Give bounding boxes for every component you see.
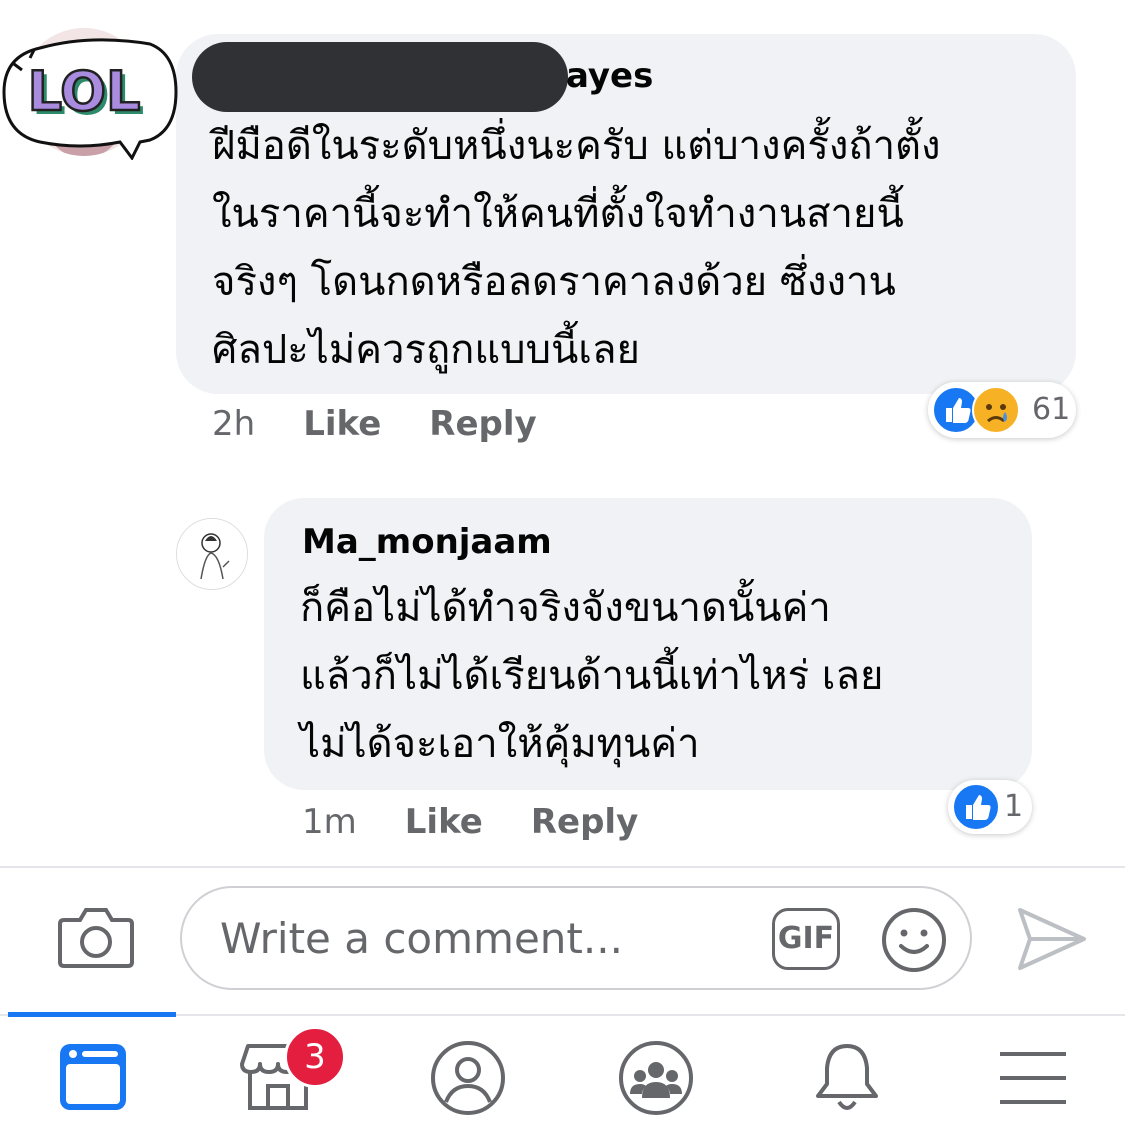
gif-label: GIF	[777, 921, 835, 956]
gif-icon[interactable]: GIF	[772, 908, 840, 970]
active-tab-indicator	[8, 1012, 176, 1017]
comment-text: ฝีมือดีในระดับหนึ่งนะครับ แต่บางครั้งถ้า…	[212, 123, 941, 373]
comment-text: ก็คือไม่ได้ทำจริงจังขนาดนั้นค่า แล้วก็ไม…	[300, 585, 884, 767]
reaction-count: 61	[1032, 392, 1071, 427]
groups-icon[interactable]	[618, 1040, 694, 1116]
avatar[interactable]	[176, 518, 248, 590]
lol-sticker: LOL LOL	[0, 30, 180, 161]
reaction-summary[interactable]: 61	[928, 382, 1076, 438]
reaction-count: 1	[1004, 789, 1024, 824]
redacted-author-name	[192, 42, 568, 112]
profile-icon[interactable]	[430, 1040, 506, 1116]
notification-badge: 3	[284, 1026, 346, 1088]
like-button[interactable]: Like	[405, 802, 483, 842]
emoji-icon[interactable]	[880, 906, 948, 974]
comment-time: 1m	[302, 802, 357, 842]
like-button[interactable]: Like	[303, 404, 381, 444]
menu-icon[interactable]	[1000, 1050, 1066, 1106]
reply-button[interactable]: Reply	[531, 802, 638, 842]
sad-reaction-icon	[972, 386, 1020, 434]
comment-author[interactable]: Ma_monjaam	[302, 522, 552, 562]
reaction-summary[interactable]: 1	[948, 780, 1032, 834]
comment-input-placeholder: Write a comment...	[220, 914, 623, 963]
avatar-image	[177, 519, 247, 589]
notifications-icon[interactable]	[812, 1040, 882, 1116]
send-icon[interactable]	[1016, 906, 1088, 972]
comment-author[interactable]: ayes	[566, 56, 653, 96]
like-reaction-icon	[952, 783, 1000, 831]
news-feed-icon[interactable]	[58, 1042, 128, 1112]
camera-icon[interactable]	[58, 904, 134, 970]
reply-button[interactable]: Reply	[429, 404, 536, 444]
comment-meta: 2h Like Reply	[212, 404, 585, 444]
lol-text: LOL	[28, 60, 141, 123]
comment-meta: 1m Like Reply	[302, 802, 686, 842]
divider	[0, 866, 1125, 868]
comment-time: 2h	[212, 404, 256, 444]
